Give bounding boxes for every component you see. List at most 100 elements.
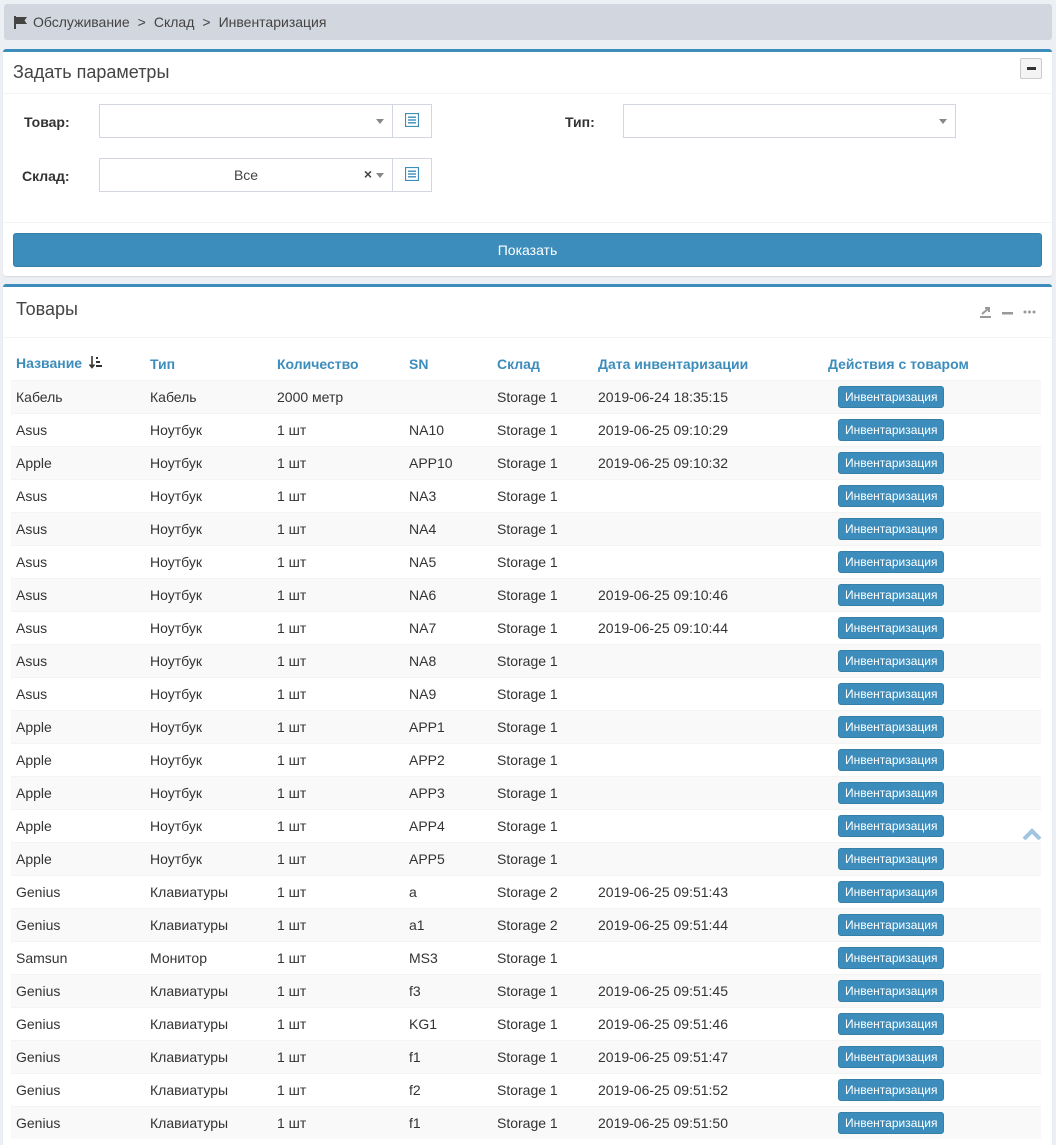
cell-type: Ноутбук: [145, 808, 272, 842]
inventory-button[interactable]: Инвентаризация: [838, 913, 945, 936]
cell-inventory-date: [593, 643, 823, 677]
params-header: Задать параметры: [3, 52, 1052, 94]
chevron-down-icon: [376, 119, 384, 124]
cell-actions: Инвентаризация: [823, 445, 1041, 479]
column-header-actions[interactable]: Действия с товаром: [823, 348, 1041, 380]
product-list-button[interactable]: [392, 104, 432, 138]
inventory-button[interactable]: Инвентаризация: [838, 847, 945, 870]
cell-warehouse: Storage 1: [492, 940, 593, 974]
cell-warehouse: Storage 1: [492, 577, 593, 611]
cell-actions: Инвентаризация: [823, 808, 1041, 842]
column-header-warehouse[interactable]: Склад: [492, 348, 593, 380]
column-header-sn[interactable]: SN: [404, 348, 492, 380]
breadcrumb-separator: >: [137, 14, 146, 30]
inventory-button[interactable]: Инвентаризация: [838, 1111, 945, 1134]
cell-warehouse: Storage 1: [492, 742, 593, 776]
cell-sn: APP10: [404, 445, 492, 479]
show-button[interactable]: Показать: [13, 233, 1042, 267]
cell-name: Кабель: [11, 379, 145, 413]
flag-icon: [14, 15, 28, 29]
column-header-inventory-date[interactable]: Дата инвентаризации: [593, 348, 823, 380]
cell-type: Клавиатуры: [145, 874, 272, 908]
cell-inventory-date: 2019-06-25 09:10:44: [593, 610, 823, 644]
breadcrumb-item-service[interactable]: Обслуживание: [33, 14, 130, 30]
cell-quantity: 1 шт: [272, 511, 404, 545]
inventory-button[interactable]: Инвентаризация: [838, 1012, 945, 1035]
warehouse-list-button[interactable]: [392, 158, 432, 192]
cell-sn: APP4: [404, 808, 492, 842]
inventory-button[interactable]: Инвентаризация: [838, 748, 945, 771]
inventory-button[interactable]: Инвентаризация: [838, 1045, 945, 1068]
export-icon[interactable]: [979, 305, 992, 321]
inventory-button[interactable]: Инвентаризация: [838, 550, 945, 573]
inventory-button[interactable]: Инвентаризация: [838, 946, 945, 969]
minus-icon[interactable]: [1002, 305, 1013, 321]
inventory-button[interactable]: Инвентаризация: [838, 616, 945, 639]
cell-name: Genius: [11, 1039, 145, 1073]
cell-actions: Инвентаризация: [823, 478, 1041, 512]
cell-inventory-date: 2019-06-25 09:10:29: [593, 412, 823, 446]
column-header-type[interactable]: Тип: [145, 348, 272, 380]
cell-type: Ноутбук: [145, 643, 272, 677]
cell-name: Genius: [11, 1072, 145, 1106]
cell-name: Asus: [11, 676, 145, 710]
cell-inventory-date: [593, 709, 823, 743]
scroll-top-button[interactable]: [1022, 826, 1042, 845]
chevron-down-icon: [376, 173, 384, 178]
cell-inventory-date: [593, 511, 823, 545]
table-header-row: Название Тип Количество SN Склад Дата ин…: [11, 348, 1041, 380]
cell-inventory-date: 2019-06-24 18:35:15: [593, 379, 823, 413]
cell-type: Ноутбук: [145, 544, 272, 578]
table-row: Samsun Монитор 1 шт MS3 Storage 1 Инвентариза…: [11, 940, 1041, 974]
inventory-button[interactable]: Инвентаризация: [838, 385, 945, 408]
cell-type: Ноутбук: [145, 445, 272, 479]
goods-panel: Товары Название Тип Количество SN Склад …: [3, 284, 1052, 1145]
inventory-button[interactable]: Инвентаризация: [838, 979, 945, 1002]
column-header-quantity[interactable]: Количество: [272, 348, 404, 380]
list-icon: [404, 166, 420, 184]
cell-actions: Инвентаризация: [823, 511, 1041, 545]
warehouse-select[interactable]: Все ×: [99, 158, 393, 192]
cell-warehouse: Storage 1: [492, 973, 593, 1007]
cell-warehouse: Storage 1: [492, 610, 593, 644]
inventory-button[interactable]: Инвентаризация: [838, 583, 945, 606]
cell-type: Ноутбук: [145, 841, 272, 875]
cell-warehouse: Storage 1: [492, 1072, 593, 1106]
cell-sn: NA3: [404, 478, 492, 512]
inventory-button[interactable]: Инвентаризация: [838, 814, 945, 837]
table-row: Apple Ноутбук 1 шт APP3 Storage 1 Инвентариза…: [11, 775, 1041, 809]
inventory-button[interactable]: Инвентаризация: [838, 484, 945, 507]
inventory-button[interactable]: Инвентаризация: [838, 418, 945, 441]
ellipsis-icon[interactable]: [1023, 305, 1036, 321]
breadcrumb-item-warehouse[interactable]: Склад: [154, 14, 195, 30]
inventory-button[interactable]: Инвентаризация: [838, 781, 945, 804]
cell-type: Кабель: [145, 379, 272, 413]
inventory-button[interactable]: Инвентаризация: [838, 649, 945, 672]
cell-warehouse: Storage 2: [492, 874, 593, 908]
cell-warehouse: Storage 1: [492, 1105, 593, 1139]
collapse-button[interactable]: [1020, 58, 1042, 79]
inventory-button[interactable]: Инвентаризация: [838, 1078, 945, 1101]
sort-amount-down-icon[interactable]: [88, 356, 102, 372]
cell-warehouse: Storage 2: [492, 907, 593, 941]
cell-quantity: 1 шт: [272, 1006, 404, 1040]
warehouse-label: Склад:: [22, 168, 70, 184]
type-select[interactable]: [623, 104, 956, 138]
cell-type: Клавиатуры: [145, 1006, 272, 1040]
cell-warehouse: Storage 1: [492, 445, 593, 479]
cell-actions: Инвентаризация: [823, 742, 1041, 776]
inventory-button[interactable]: Инвентаризация: [838, 880, 945, 903]
cell-sn: APP3: [404, 775, 492, 809]
goods-table-body: Кабель Кабель 2000 метр Storage 1 2019-06-24…: [11, 379, 1041, 1139]
column-header-name[interactable]: Название: [11, 348, 145, 380]
cell-warehouse: Storage 1: [492, 478, 593, 512]
cell-sn: NA10: [404, 412, 492, 446]
inventory-button[interactable]: Инвентаризация: [838, 715, 945, 738]
clear-icon[interactable]: ×: [364, 166, 372, 182]
cell-inventory-date: [593, 775, 823, 809]
inventory-button[interactable]: Инвентаризация: [838, 517, 945, 540]
table-row: Apple Ноутбук 1 шт APP5 Storage 1 Инвентариза…: [11, 841, 1041, 875]
inventory-button[interactable]: Инвентаризация: [838, 682, 945, 705]
product-select[interactable]: [99, 104, 393, 138]
inventory-button[interactable]: Инвентаризация: [838, 451, 945, 474]
